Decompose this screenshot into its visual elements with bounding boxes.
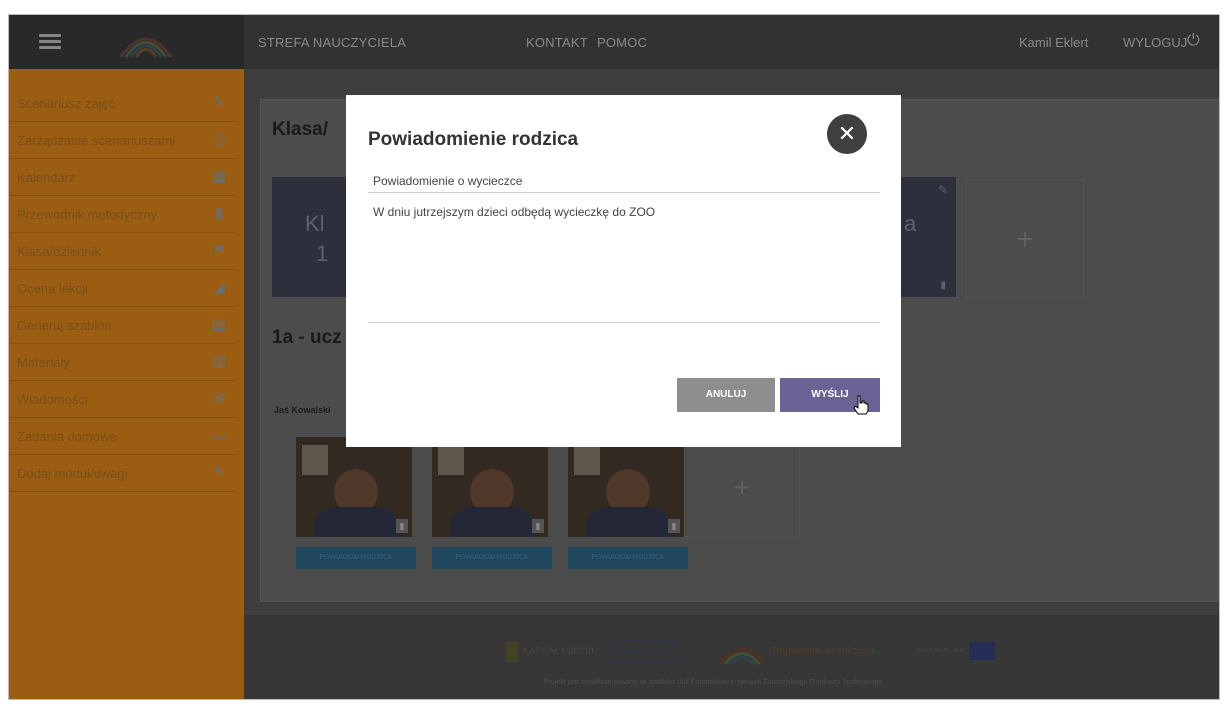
app: STREFA NAUCZYCIELA KONTAKT POMOC Kamil E… bbox=[9, 15, 1219, 699]
dialog-title: Powiadomienie rodzica bbox=[368, 129, 579, 150]
close-icon[interactable]: ✕ bbox=[827, 114, 867, 154]
browser-frame: STREFA NAUCZYCIELA KONTAKT POMOC Kamil E… bbox=[8, 14, 1220, 700]
cancel-button[interactable]: ANULUJ bbox=[677, 378, 775, 412]
message-body-textarea[interactable]: W dniu jutrzejszym dzieci odbędą wyciecz… bbox=[368, 199, 880, 323]
subject-input[interactable] bbox=[368, 169, 880, 193]
hand-cursor-icon bbox=[853, 395, 869, 415]
notify-parent-dialog: Powiadomienie rodzica ✕ W dniu jutrzejsz… bbox=[346, 95, 901, 447]
